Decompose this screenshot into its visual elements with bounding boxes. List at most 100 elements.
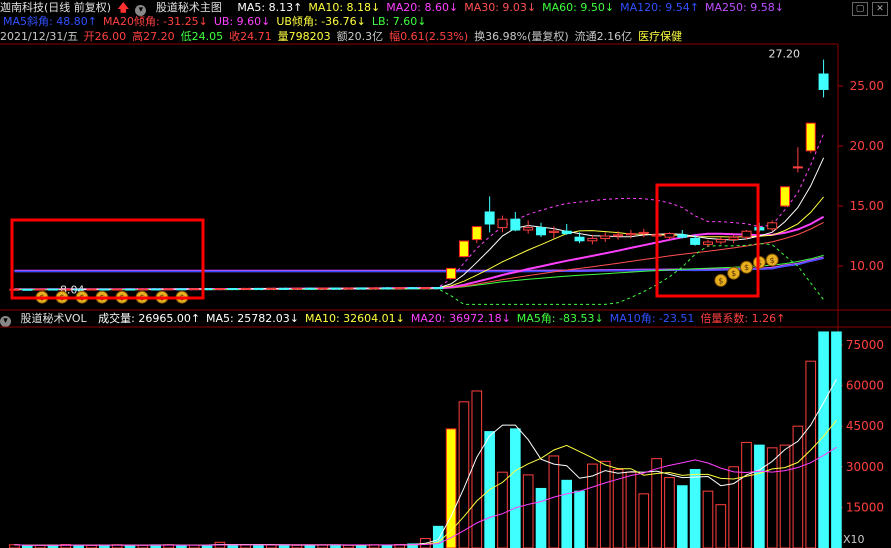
candle <box>304 287 315 290</box>
volume-bar <box>625 471 637 548</box>
candle <box>805 122 816 152</box>
volume-bar <box>548 455 560 548</box>
candle <box>137 288 148 291</box>
candle <box>780 186 791 207</box>
candle <box>240 287 251 290</box>
candle <box>510 218 521 231</box>
candle <box>471 226 482 241</box>
candle <box>394 287 405 290</box>
candle <box>420 287 431 290</box>
candle <box>561 230 572 235</box>
volume-bar <box>432 525 444 548</box>
y-tick-label: 45000 <box>846 419 884 433</box>
volume-bar <box>676 485 688 548</box>
volume-bar <box>792 425 804 548</box>
candle <box>381 287 392 290</box>
ma20-line <box>14 215 825 291</box>
highlight-box <box>10 218 205 300</box>
volume-bar <box>458 401 470 548</box>
volume-bar <box>741 441 752 548</box>
y-tick-label: 75000 <box>846 338 884 352</box>
candle <box>818 73 829 90</box>
candle <box>433 287 444 290</box>
candle <box>587 237 598 242</box>
candle <box>112 288 123 291</box>
candle <box>266 287 277 290</box>
candle <box>664 233 675 238</box>
candle <box>767 222 778 230</box>
candle <box>484 211 495 225</box>
candle <box>741 230 752 238</box>
y-tick-label: 20.00 <box>850 139 884 153</box>
candle <box>317 287 328 290</box>
volume-bar <box>612 468 624 548</box>
candle <box>253 287 264 290</box>
candle <box>458 240 469 258</box>
volume-bar <box>522 474 534 548</box>
candle <box>369 287 380 290</box>
candle <box>35 288 46 291</box>
candle <box>47 288 58 291</box>
candle <box>99 288 110 291</box>
volume-bar <box>805 360 817 548</box>
candle <box>214 288 225 291</box>
money-bag-icon: $ <box>770 256 775 265</box>
volume-multiplier: X10 <box>843 533 865 546</box>
candle <box>279 287 290 290</box>
money-bag-icon: $ <box>718 276 723 285</box>
candle <box>728 236 739 241</box>
y-tick-label: 60000 <box>846 379 884 393</box>
volume-bar <box>497 471 508 548</box>
y-tick-label: 15000 <box>846 500 884 514</box>
volume-bar <box>831 331 842 548</box>
candle <box>150 288 161 291</box>
y-tick-label: 25.00 <box>850 79 884 93</box>
candle <box>715 239 726 243</box>
ma60-line <box>14 254 824 290</box>
candle <box>86 288 97 291</box>
volume-bar <box>638 493 650 548</box>
volume-bar <box>561 479 573 548</box>
candle <box>690 237 701 245</box>
candle <box>536 227 547 236</box>
candle <box>574 236 585 242</box>
candle <box>677 234 688 238</box>
volume-bar <box>754 444 765 548</box>
upper-band-line <box>14 133 825 290</box>
candle <box>356 287 367 290</box>
volume-bar <box>510 428 521 548</box>
candle <box>343 287 354 290</box>
candle <box>792 166 803 169</box>
money-bag-icon: $ <box>744 263 749 272</box>
candle <box>523 227 534 231</box>
volume-bar <box>715 504 727 548</box>
candle <box>125 288 136 291</box>
candle <box>330 287 341 290</box>
candle <box>163 288 174 291</box>
candle <box>189 288 200 291</box>
candle <box>613 234 624 237</box>
y-tick-label: 10.00 <box>850 259 884 273</box>
candle <box>702 241 713 245</box>
volume-bar <box>574 490 585 548</box>
candle <box>176 288 187 291</box>
ma10-line <box>14 196 824 290</box>
y-tick-label: 15.00 <box>850 199 884 213</box>
chart-canvas[interactable]: 25.00 20.00 15.00 10.00 75000 60000 45000 30000… <box>0 0 891 548</box>
candle <box>407 287 418 290</box>
candle <box>548 230 559 233</box>
candle <box>227 288 238 291</box>
candle <box>625 233 636 236</box>
volume-bar <box>535 487 547 548</box>
ma30-line <box>14 221 824 290</box>
candle <box>446 267 457 280</box>
y-tick-label: 30000 <box>846 460 884 474</box>
candle <box>22 288 33 291</box>
candle <box>638 231 649 235</box>
volume-bar <box>779 444 791 548</box>
candle <box>497 218 508 229</box>
money-bag-icon: $ <box>731 269 736 278</box>
volume-bar <box>702 490 714 548</box>
volume-bar <box>664 477 675 548</box>
volume-bar <box>599 460 611 548</box>
